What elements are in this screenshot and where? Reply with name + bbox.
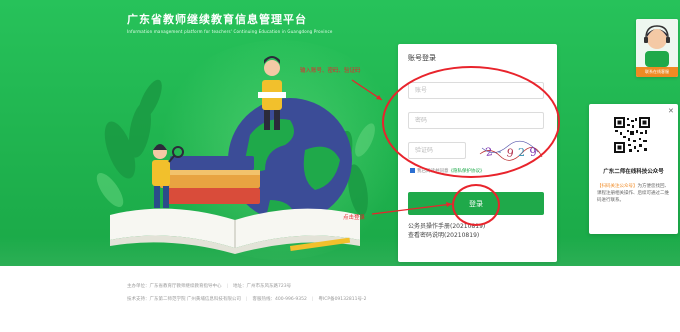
footer-row-1: 主办单位：广东省教育厅教师继续教育指导中心 | 地址：广州市东风东路723号 [127, 284, 292, 289]
footer-address: 地址：广州市东风东路723号 [233, 284, 292, 289]
footer-sponsor: 主办单位：广东省教育厅教师继续教育指导中心 [127, 284, 222, 289]
login-title: 账号登录 [408, 54, 436, 62]
footer-support: 技术支持：广东第二师范学院 广州黄埔信息科技有限公司 [127, 297, 241, 302]
password-input[interactable] [408, 112, 544, 129]
svg-text:9: 9 [529, 145, 537, 159]
wechat-qr-panel: ✕ 广东二师在线科技公众号 【扫码关注公众号】为方便您找回、课程注册相关操作、后… [589, 104, 678, 234]
wechat-description: 【扫码关注公众号】为方便您找回、课程注册相关操作、后续可通过二维码进行联系。 [597, 183, 673, 204]
captcha-image[interactable]: 2 - 9 2 9 [478, 140, 544, 162]
brand: 广东省教师继续教育信息管理平台 Information management p… [127, 11, 333, 34]
footer: 主办单位：广东省教育厅教师继续教育指导中心 | 地址：广州市东风东路723号 技术支… [0, 266, 680, 332]
annotation-fill-hint: 输入账号、密码、验证码 [300, 68, 361, 74]
help-links: 公务员操作手册(20210819) 查看密码说明(20210819) [408, 222, 485, 240]
agree-checkbox[interactable] [410, 168, 415, 173]
privacy-link[interactable]: 《隐私保护协议》 [449, 169, 485, 174]
service-agent-icon [636, 19, 678, 67]
book-stack-icon [160, 156, 260, 204]
username-input[interactable] [408, 82, 544, 99]
password-help-link[interactable]: 查看密码说明(20210819) [408, 231, 485, 240]
wechat-desc-highlight: 【扫码关注公众号】 [597, 184, 638, 189]
wechat-title: 广东二师在线科技公众号 [603, 169, 664, 175]
online-service-widget[interactable]: 联系在线客服 [636, 19, 678, 77]
brand-subtitle: Information management platform for teac… [127, 29, 333, 34]
login-button[interactable]: 登录 [408, 192, 544, 215]
footer-hotline: 客服热线：400-996-9352 [252, 297, 307, 302]
footer-row-2: 技术支持：广东第二师范学院 广州黄埔信息科技有限公司 | 客服热线：400-996-… [127, 297, 367, 302]
hero-banner: 广东省教师继续教育信息管理平台 Information management p… [0, 0, 680, 266]
agree-text: 我已阅读并同意 [417, 169, 449, 174]
svg-text:2: 2 [518, 146, 525, 159]
agreement-row: 我已阅读并同意《隐私保护协议》 [410, 168, 485, 174]
open-book-icon [110, 208, 360, 254]
service-label: 联系在线客服 [636, 67, 678, 77]
footer-icp[interactable]: 粤ICP备09132811号-2 [318, 297, 366, 302]
qr-code-icon [613, 116, 651, 154]
svg-text:-: - [498, 147, 501, 158]
annotation-click-hint: 点击登录 [343, 215, 366, 221]
captcha-input[interactable] [408, 142, 466, 159]
login-panel: 账号登录 2 - 9 2 9 我已阅读并同意《隐私保护协议》 登录 公务员操作手… [398, 44, 557, 262]
manual-link[interactable]: 公务员操作手册(20210819) [408, 222, 485, 231]
close-icon[interactable]: ✕ [668, 107, 674, 115]
brand-title: 广东省教师继续教育信息管理平台 [127, 13, 307, 26]
